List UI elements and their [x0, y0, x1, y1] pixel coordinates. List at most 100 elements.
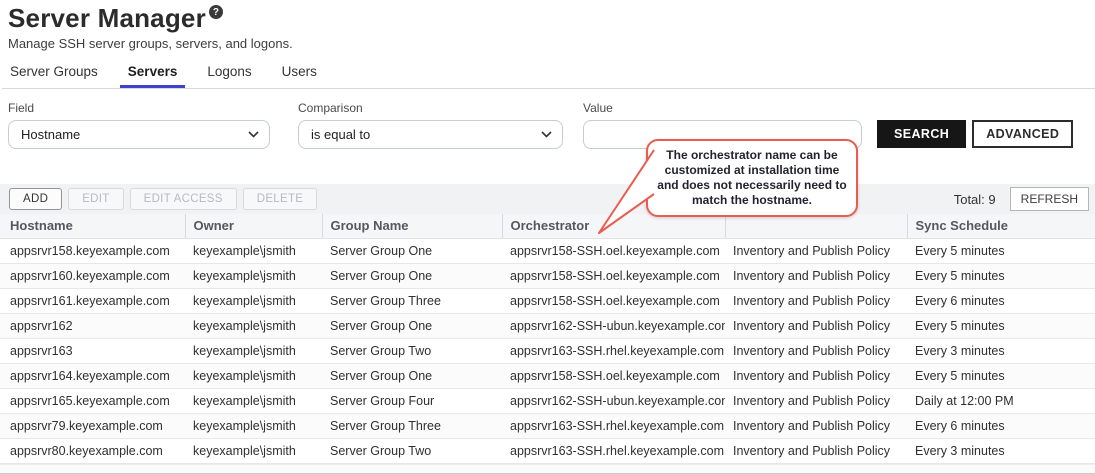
filter-bar: Field Hostname Comparison is equal to Va… — [0, 89, 1095, 149]
cell-hostname: appsrvr165.keyexample.com — [0, 388, 185, 413]
cell-sync-schedule: Every 5 minutes — [907, 238, 1095, 263]
callout-text: The orchestrator name can be customized … — [646, 139, 858, 217]
chevron-down-icon — [541, 131, 552, 138]
field-select-value: Hostname — [21, 127, 80, 142]
table-row[interactable]: appsrvr80.keyexample.comkeyexample\jsmit… — [0, 438, 1095, 463]
add-button[interactable]: ADD — [9, 188, 62, 210]
cell-group-name: Server Group One — [322, 313, 502, 338]
cell-sync-schedule: Every 5 minutes — [907, 313, 1095, 338]
comparison-select-value: is equal to — [311, 127, 370, 142]
tab-servers[interactable]: Servers — [120, 64, 186, 88]
cell-orchestrator: appsrvr162-SSH-ubun.keyexample.com — [502, 388, 725, 413]
cell-group-name: Server Group Three — [322, 288, 502, 313]
total-label: Total: — [954, 192, 985, 207]
cell-policy: Inventory and Publish Policy — [725, 363, 907, 388]
callout-tail-arrow — [594, 147, 656, 239]
cell-owner: keyexample\jsmith — [185, 363, 322, 388]
cell-orchestrator: appsrvr158-SSH.oel.keyexample.com — [502, 238, 725, 263]
column-header-sync-schedule: Sync Schedule — [907, 214, 1095, 238]
search-button[interactable]: SEARCH — [877, 120, 966, 148]
cell-group-name: Server Group Two — [322, 438, 502, 463]
table-header-row: HostnameOwnerGroup NameOrchestratorSync … — [0, 214, 1095, 238]
advanced-button[interactable]: ADVANCED — [972, 120, 1073, 148]
table-row[interactable]: appsrvr79.keyexample.comkeyexample\jsmit… — [0, 413, 1095, 438]
tabs: Server Groups Servers Logons Users — [2, 64, 1095, 89]
value-label: Value — [583, 101, 862, 115]
cell-policy: Inventory and Publish Policy — [725, 438, 907, 463]
cell-group-name: Server Group One — [322, 238, 502, 263]
cell-owner: keyexample\jsmith — [185, 238, 322, 263]
table-row[interactable]: appsrvr160.keyexample.comkeyexample\jsmi… — [0, 263, 1095, 288]
cell-policy: Inventory and Publish Policy — [725, 263, 907, 288]
tab-server-groups[interactable]: Server Groups — [2, 64, 106, 88]
cell-orchestrator: appsrvr163-SSH.rhel.keyexample.com — [502, 438, 725, 463]
table-row[interactable]: appsrvr165.keyexample.comkeyexample\jsmi… — [0, 388, 1095, 413]
cell-hostname: appsrvr163 — [0, 338, 185, 363]
edit-access-button: EDIT ACCESS — [130, 188, 237, 210]
table-row[interactable]: appsrvr162keyexample\jsmithServer Group … — [0, 313, 1095, 338]
cell-sync-schedule: Every 6 minutes — [907, 413, 1095, 438]
server-manager-page: Server Manager ? Manage SSH server group… — [0, 0, 1095, 474]
cell-owner: keyexample\jsmith — [185, 438, 322, 463]
cell-group-name: Server Group One — [322, 363, 502, 388]
cell-policy: Inventory and Publish Policy — [725, 338, 907, 363]
cell-hostname: appsrvr161.keyexample.com — [0, 288, 185, 313]
cell-policy: Inventory and Publish Policy — [725, 413, 907, 438]
refresh-button[interactable]: REFRESH — [1010, 187, 1089, 211]
cell-group-name: Server Group Two — [322, 338, 502, 363]
cell-sync-schedule: Every 5 minutes — [907, 363, 1095, 388]
cell-owner: keyexample\jsmith — [185, 338, 322, 363]
cell-owner: keyexample\jsmith — [185, 388, 322, 413]
cell-policy: Inventory and Publish Policy — [725, 313, 907, 338]
cell-policy: Inventory and Publish Policy — [725, 388, 907, 413]
total-value: 9 — [988, 192, 995, 207]
cell-owner: keyexample\jsmith — [185, 263, 322, 288]
cell-hostname: appsrvr79.keyexample.com — [0, 413, 185, 438]
cell-owner: keyexample\jsmith — [185, 413, 322, 438]
table-toolbar: ADD EDIT EDIT ACCESS DELETE Total: 9 REF… — [0, 184, 1095, 214]
table-row[interactable]: appsrvr164.keyexample.comkeyexample\jsmi… — [0, 363, 1095, 388]
cell-owner: keyexample\jsmith — [185, 288, 322, 313]
cell-orchestrator: appsrvr163-SSH.rhel.keyexample.com — [502, 413, 725, 438]
cell-hostname: appsrvr80.keyexample.com — [0, 438, 185, 463]
tab-logons[interactable]: Logons — [199, 64, 259, 88]
chevron-down-icon — [248, 131, 259, 138]
column-header-group-name: Group Name — [322, 214, 502, 238]
cell-policy: Inventory and Publish Policy — [725, 238, 907, 263]
table-row[interactable]: appsrvr163keyexample\jsmithServer Group … — [0, 338, 1095, 363]
page-subtitle: Manage SSH server groups, servers, and l… — [8, 36, 1095, 51]
field-select[interactable]: Hostname — [8, 120, 270, 149]
edit-button: EDIT — [68, 188, 123, 210]
cell-group-name: Server Group Four — [322, 388, 502, 413]
cell-owner: keyexample\jsmith — [185, 313, 322, 338]
servers-table: HostnameOwnerGroup NameOrchestratorSync … — [0, 214, 1095, 464]
cell-orchestrator: appsrvr158-SSH.oel.keyexample.com — [502, 263, 725, 288]
cell-sync-schedule: Every 6 minutes — [907, 288, 1095, 313]
cell-hostname: appsrvr158.keyexample.com — [0, 238, 185, 263]
page-title: Server Manager — [8, 3, 206, 33]
table-footer — [0, 464, 1095, 474]
table-body: appsrvr158.keyexample.comkeyexample\jsmi… — [0, 238, 1095, 463]
cell-sync-schedule: Every 5 minutes — [907, 263, 1095, 288]
table-row[interactable]: appsrvr158.keyexample.comkeyexample\jsmi… — [0, 238, 1095, 263]
total-count: Total: 9 — [954, 192, 996, 207]
cell-group-name: Server Group Three — [322, 413, 502, 438]
tab-users[interactable]: Users — [274, 64, 325, 88]
cell-policy: Inventory and Publish Policy — [725, 288, 907, 313]
cell-hostname: appsrvr164.keyexample.com — [0, 363, 185, 388]
cell-orchestrator: appsrvr158-SSH.oel.keyexample.com — [502, 363, 725, 388]
table-row[interactable]: appsrvr161.keyexample.comkeyexample\jsmi… — [0, 288, 1095, 313]
cell-group-name: Server Group One — [322, 263, 502, 288]
help-icon[interactable]: ? — [209, 5, 223, 19]
page-header: Server Manager ? Manage SSH server group… — [0, 0, 1095, 51]
column-header-owner: Owner — [185, 214, 322, 238]
cell-orchestrator: appsrvr158-SSH.oel.keyexample.com — [502, 288, 725, 313]
comparison-select[interactable]: is equal to — [298, 120, 563, 149]
cell-sync-schedule: Every 3 minutes — [907, 438, 1095, 463]
column-header-hostname: Hostname — [0, 214, 185, 238]
cell-hostname: appsrvr160.keyexample.com — [0, 263, 185, 288]
cell-orchestrator: appsrvr163-SSH.rhel.keyexample.com — [502, 338, 725, 363]
column-header-policy — [725, 214, 907, 238]
cell-sync-schedule: Daily at 12:00 PM — [907, 388, 1095, 413]
comparison-label: Comparison — [298, 101, 563, 115]
